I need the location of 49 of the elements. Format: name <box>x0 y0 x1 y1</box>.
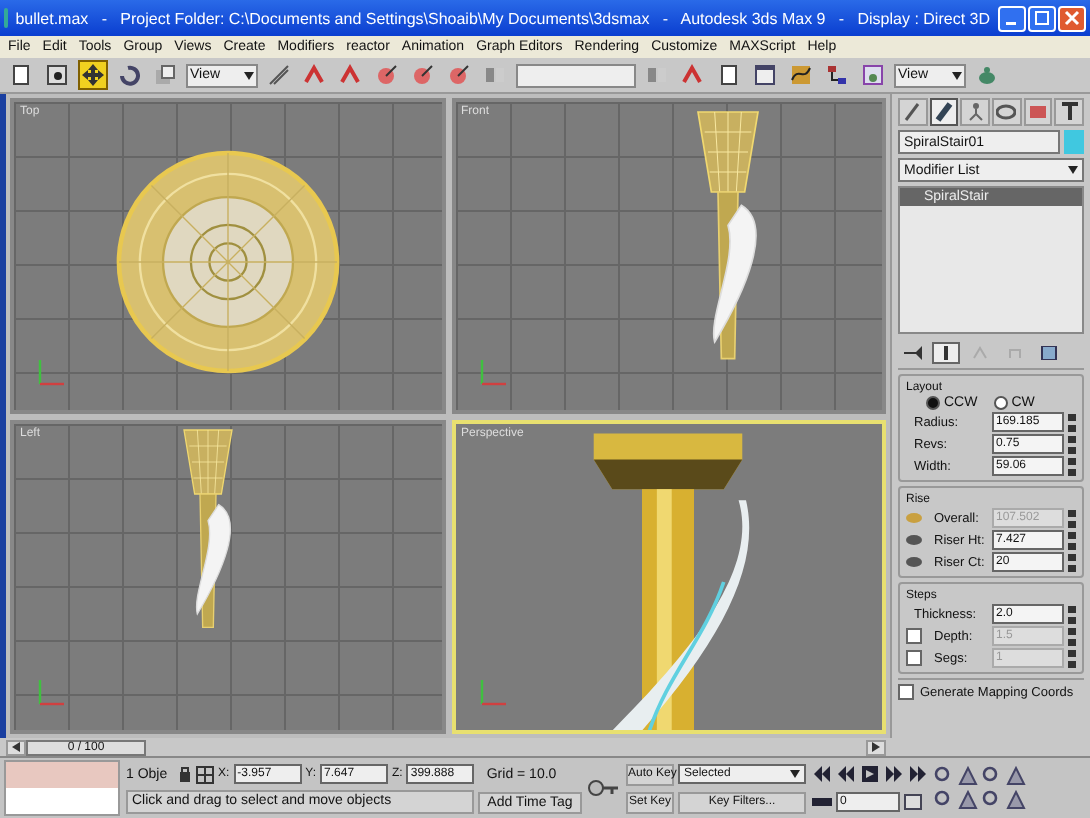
move-tool-icon[interactable] <box>78 60 108 90</box>
previous-frame-button[interactable] <box>6 739 26 755</box>
maximize-icon <box>1034 10 1050 26</box>
caret-icon <box>244 71 254 79</box>
caret-icon <box>790 770 800 778</box>
modify-tab[interactable] <box>929 98 959 126</box>
playback-icon[interactable] <box>836 766 856 782</box>
axis-tripod-icon <box>475 674 511 710</box>
key-icon[interactable] <box>588 776 620 800</box>
pin-stack-icon[interactable] <box>898 342 926 364</box>
close-button[interactable] <box>1058 5 1086 31</box>
maximize-button[interactable] <box>1028 5 1056 31</box>
next-frame-button[interactable] <box>866 739 886 755</box>
pencil-icon <box>934 102 954 122</box>
playback-icon[interactable] <box>884 766 904 782</box>
show-end-result-icon[interactable] <box>932 342 960 364</box>
render-tool-icon[interactable] <box>858 60 888 90</box>
schematic-tool-icon[interactable] <box>822 60 852 90</box>
right-arrow-icon <box>872 742 880 752</box>
window-tool-icon[interactable] <box>750 60 780 90</box>
hierarchy-tab[interactable] <box>960 98 991 126</box>
create-tab[interactable] <box>898 98 928 126</box>
checkbox[interactable] <box>906 628 922 644</box>
motion-tab[interactable] <box>992 98 1022 126</box>
scale-tool-icon[interactable] <box>150 60 180 90</box>
left-arrow-icon <box>12 742 20 752</box>
minimize-button[interactable] <box>998 5 1026 31</box>
curve-tool-icon[interactable] <box>786 60 816 90</box>
time-config-icon[interactable] <box>904 794 922 810</box>
rotate-tool-icon[interactable] <box>114 60 144 90</box>
radio-icon[interactable] <box>926 396 940 410</box>
lock-icon[interactable] <box>178 766 192 782</box>
key-mode-icon[interactable] <box>812 794 832 810</box>
select-tool-icon[interactable] <box>42 60 72 90</box>
transform-mode-icon[interactable] <box>196 765 214 783</box>
playback-icon[interactable] <box>812 766 832 782</box>
caret-icon <box>952 71 962 79</box>
checkbox[interactable] <box>898 684 914 700</box>
utilities-tab[interactable] <box>1054 98 1085 126</box>
close-icon <box>1064 10 1080 26</box>
checkbox[interactable] <box>906 650 922 666</box>
playback-icon[interactable] <box>860 766 880 782</box>
playback-icon[interactable] <box>908 766 928 782</box>
window-title: bullet.max - Project Folder: C:\Documents and Settings\Shoaib\My Documents\3dsmax - Autodesk 3ds Max 9 - Display : Direct 3D <box>15 9 990 27</box>
radio-icon[interactable] <box>993 396 1008 410</box>
axis-tripod-icon <box>34 674 70 710</box>
object-color-swatch[interactable] <box>1064 130 1084 154</box>
selection-set-field[interactable] <box>516 63 636 87</box>
caret-icon <box>1068 166 1078 174</box>
